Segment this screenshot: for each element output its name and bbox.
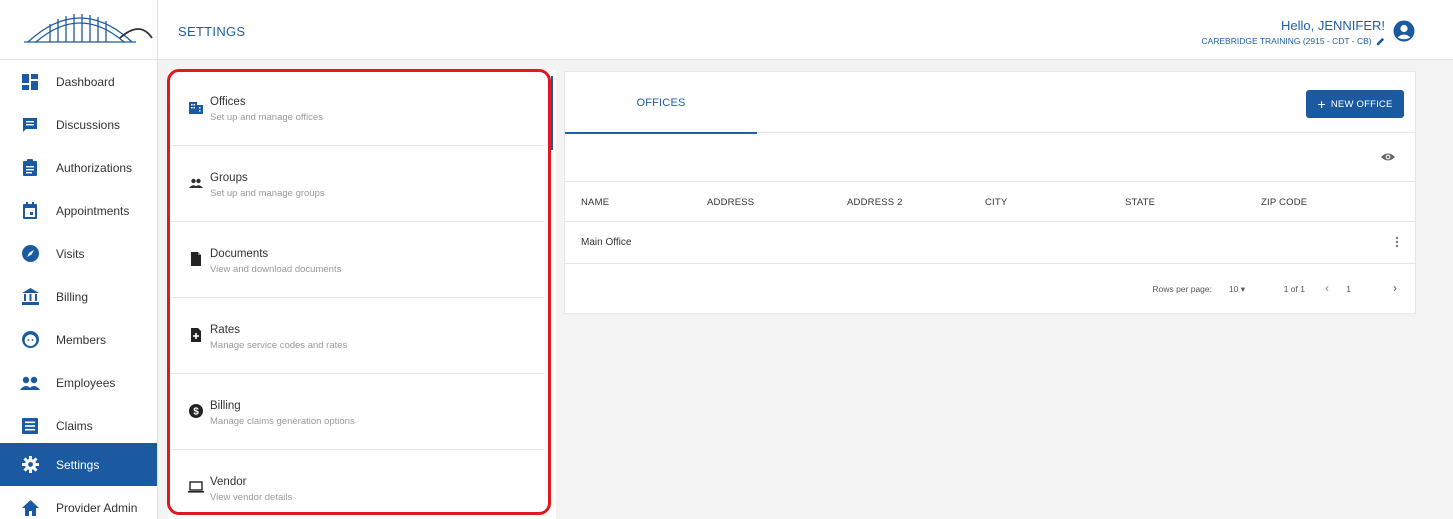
settings-list-scrollbar[interactable]	[551, 76, 553, 150]
settings-item-title: Vendor	[210, 476, 247, 488]
new-office-label: NEW OFFICE	[1330, 98, 1393, 110]
settings-item-description: View and download documents	[210, 264, 342, 275]
settings-item-description: Manage service codes and rates	[210, 340, 348, 351]
top-header: SETTINGS Hello, JENNIFER! CAREBRIDGE TRA…	[158, 0, 1453, 60]
sidebar-item-claims[interactable]: Claims	[0, 404, 157, 447]
account-name: CAREBRIDGE TRAINING (2915 - CDT - CB)	[1201, 36, 1372, 46]
sidebar-item-dashboard[interactable]: Dashboard	[0, 60, 157, 103]
settings-item-title: Offices	[210, 96, 246, 108]
settings-item-billing[interactable]: $ Billing Manage claims generation optio…	[168, 374, 544, 450]
sidebar-item-billing[interactable]: Billing	[0, 275, 157, 318]
dropdown-arrow-icon: ▾	[1240, 284, 1245, 294]
pagination: Rows per page: 10 ▾ 1 of 1 ‹ 1 ›	[565, 264, 1415, 314]
chat-icon	[19, 114, 41, 136]
settings-item-description: Set up and manage offices	[210, 112, 323, 123]
compass-icon	[19, 243, 41, 265]
sidebar-item-label: Employees	[56, 375, 116, 390]
rows-per-page-value: 10	[1228, 284, 1239, 294]
sidebar-item-label: Billing	[56, 289, 89, 304]
sidebar-item-label: Authorizations	[56, 160, 133, 175]
home-icon	[19, 497, 41, 519]
sidebar-item-label: Provider Admin	[56, 500, 138, 515]
group-icon	[189, 178, 203, 188]
sidebar-item-settings[interactable]: Settings	[0, 443, 157, 486]
calendar-icon	[19, 200, 41, 222]
sidebar-item-label: Members	[56, 332, 107, 347]
settings-item-rates[interactable]: Rates Manage service codes and rates	[168, 298, 544, 374]
settings-item-vendor[interactable]: Vendor View vendor details	[168, 450, 544, 519]
sidebar-item-authorizations[interactable]: Authorizations	[0, 146, 157, 189]
page-number[interactable]: 1	[1346, 284, 1351, 294]
pencil-icon[interactable]	[1376, 37, 1385, 46]
sidebar-item-visits[interactable]: Visits	[0, 232, 157, 275]
settings-item-offices[interactable]: Offices Set up and manage offices	[168, 70, 544, 146]
chevron-left-icon[interactable]: ‹	[1325, 281, 1329, 295]
user-greeting: Hello, JENNIFER!	[1280, 18, 1385, 33]
sidebar-item-employees[interactable]: Employees	[0, 361, 157, 404]
sidebar-nav: Dashboard Discussions Authorizations App…	[0, 60, 158, 519]
chevron-right-icon[interactable]: ›	[1393, 281, 1397, 295]
settings-item-title: Groups	[210, 172, 248, 184]
settings-item-documents[interactable]: Documents View and download documents	[168, 222, 544, 298]
offices-panel: OFFICES + NEW OFFICE NAME ADDRESS ADDRES…	[564, 71, 1416, 314]
new-office-button[interactable]: + NEW OFFICE	[1306, 90, 1404, 118]
settings-item-title: Rates	[210, 324, 241, 336]
sidebar-item-label: Discussions	[56, 117, 121, 132]
tab-label: OFFICES	[636, 97, 686, 109]
dollar-icon: $	[189, 404, 203, 418]
sidebar-item-label: Appointments	[56, 203, 130, 218]
rate-file-icon	[191, 328, 201, 342]
settings-item-description: Set up and manage groups	[210, 188, 325, 199]
sidebar-item-members[interactable]: Members	[0, 318, 157, 361]
plus-icon: +	[1317, 96, 1326, 112]
settings-item-description: Manage claims generation options	[210, 416, 355, 427]
column-header-address[interactable]: ADDRESS	[707, 197, 754, 208]
settings-item-title: Billing	[210, 400, 241, 412]
user-account-icon[interactable]	[1393, 20, 1415, 42]
column-header-state[interactable]: STATE	[1125, 197, 1155, 208]
people-icon	[19, 372, 41, 394]
settings-item-description: View vendor details	[210, 492, 293, 503]
svg-text:$: $	[193, 407, 199, 418]
eye-icon[interactable]	[1381, 152, 1395, 162]
face-icon	[19, 329, 41, 351]
laptop-icon	[188, 481, 204, 493]
document-icon	[191, 252, 201, 266]
column-header-zip[interactable]: ZIP CODE	[1261, 197, 1307, 208]
sidebar-item-label: Claims	[56, 418, 93, 433]
sidebar-item-provider-admin[interactable]: Provider Admin	[0, 486, 157, 519]
settings-menu-list: Offices Set up and manage offices Groups…	[168, 70, 556, 519]
tab-bar: OFFICES + NEW OFFICE	[565, 72, 1415, 134]
sidebar-item-appointments[interactable]: Appointments	[0, 189, 157, 232]
building-icon	[189, 102, 203, 114]
rows-per-page-select[interactable]: 10 ▾	[1229, 284, 1245, 295]
sidebar-item-discussions[interactable]: Discussions	[0, 103, 157, 146]
tab-offices[interactable]: OFFICES	[565, 72, 757, 134]
gear-icon	[19, 454, 41, 476]
column-header-name[interactable]: NAME	[581, 197, 609, 208]
dashboard-icon	[19, 71, 41, 93]
cell-office-name: Main Office	[581, 237, 632, 248]
page-title: SETTINGS	[178, 24, 246, 39]
logo[interactable]	[0, 0, 158, 60]
list-icon	[19, 415, 41, 437]
bridge-logo-icon	[24, 14, 153, 43]
clipboard-icon	[19, 157, 41, 179]
table-header: NAME ADDRESS ADDRESS 2 CITY STATE ZIP CO…	[565, 181, 1415, 222]
sidebar-item-label: Settings	[56, 457, 100, 472]
column-header-address2[interactable]: ADDRESS 2	[847, 197, 903, 208]
main-content: Offices Set up and manage offices Groups…	[158, 60, 1453, 519]
column-header-city[interactable]: CITY	[985, 197, 1007, 208]
more-vert-icon[interactable]	[1395, 236, 1399, 248]
bank-icon	[19, 286, 41, 308]
sidebar-item-label: Visits	[56, 246, 85, 261]
settings-item-groups[interactable]: Groups Set up and manage groups	[168, 146, 544, 222]
page-range: 1 of 1	[1283, 284, 1305, 294]
tab-active-indicator	[565, 132, 757, 134]
settings-item-title: Documents	[210, 248, 269, 260]
table-row[interactable]: Main Office	[565, 222, 1415, 264]
sidebar-item-label: Dashboard	[56, 74, 115, 89]
rows-per-page-label: Rows per page:	[1152, 284, 1212, 294]
account-selector[interactable]: CAREBRIDGE TRAINING (2915 - CDT - CB)	[1201, 36, 1385, 46]
